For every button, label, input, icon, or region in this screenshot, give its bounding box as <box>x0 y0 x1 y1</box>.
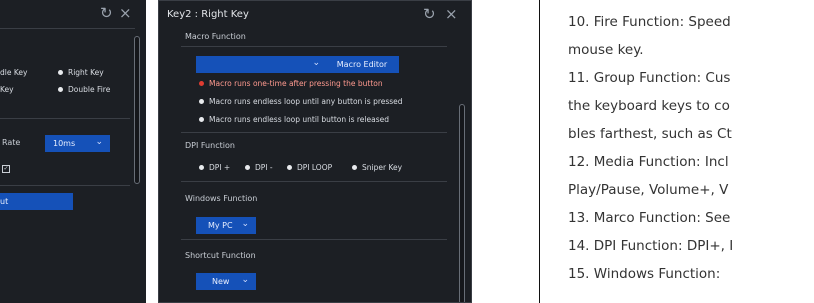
rate-select[interactable]: 10ms ⌄ <box>45 135 110 152</box>
scrollbar[interactable] <box>134 36 140 184</box>
window-title: Key2 : Right Key <box>167 9 249 20</box>
macro-function-label: Macro Function <box>185 32 246 41</box>
dpi-minus-option[interactable]: DPI - <box>245 163 273 173</box>
radio-dot-icon <box>287 165 292 170</box>
refresh-icon[interactable]: ↻ <box>100 4 113 22</box>
chevron-down-icon: ⌄ <box>241 219 249 229</box>
dpi-loop-option[interactable]: DPI LOOP <box>287 163 332 173</box>
close-icon[interactable]: × <box>119 4 132 22</box>
manual-line: 13. Marco Function: See <box>568 210 731 226</box>
macro-option-one-time[interactable]: Macro runs one-time after pressing the b… <box>199 79 383 89</box>
radio-dot-icon <box>199 99 204 104</box>
manual-line: 12. Media Function: Incl <box>568 154 729 170</box>
divider <box>181 46 447 47</box>
shortcut-select[interactable]: ut <box>0 193 73 210</box>
refresh-icon[interactable]: ↻ <box>423 5 436 23</box>
manual-line: bles farthest, such as Ct <box>568 126 732 142</box>
radio-dot-icon <box>58 87 63 92</box>
option-middle-key[interactable]: dle Key <box>0 68 27 78</box>
shortcut-select-value: New <box>212 277 230 286</box>
divider <box>0 118 130 119</box>
rate-value: 10ms <box>53 139 76 148</box>
radio-dot-icon <box>352 165 357 170</box>
divider <box>0 28 135 29</box>
radio-dot-icon <box>58 70 63 75</box>
macro-option-loop-any-button[interactable]: Macro runs endless loop until any button… <box>199 97 403 107</box>
key-settings-window: Key2 : Right Key ↻ × Macro Function ⌄ Ma… <box>158 0 472 303</box>
divider <box>181 181 447 182</box>
windows-function-select[interactable]: My PC ⌄ <box>196 217 256 234</box>
manual-line: Play/Pause, Volume+, V <box>568 182 729 198</box>
manual-line: mouse key. <box>568 42 644 58</box>
manual-line: 11. Group Function: Cus <box>568 70 731 86</box>
manual-line: 10. Fire Function: Speed <box>568 14 731 30</box>
divider <box>181 132 447 133</box>
radio-dot-icon <box>245 165 250 170</box>
radio-dot-icon <box>199 165 204 170</box>
divider <box>0 185 130 186</box>
radio-selected-icon <box>199 81 204 86</box>
macro-editor-button[interactable]: Macro Editor <box>325 56 399 73</box>
close-icon[interactable]: × <box>445 5 458 23</box>
dpi-function-label: DPI Function <box>185 141 235 150</box>
macro-option-loop-until-released[interactable]: Macro runs endless loop until button is … <box>199 115 389 125</box>
chevron-down-icon: ⌄ <box>241 275 249 285</box>
radio-dot-icon <box>199 117 204 122</box>
windows-function-label: Windows Function <box>185 194 258 203</box>
rate-label: Rate <box>2 138 21 147</box>
shortcut-function-label: Shortcut Function <box>185 251 256 260</box>
checkbox[interactable]: ✓ <box>2 165 10 173</box>
option-key[interactable]: Key <box>0 85 14 95</box>
shortcut-function-select[interactable]: New ⌄ <box>196 273 256 290</box>
option-right-key[interactable]: Right Key <box>58 68 104 78</box>
option-double-fire[interactable]: Double Fire <box>58 85 110 95</box>
manual-divider-line <box>539 0 540 303</box>
shortcut-select-value: ut <box>0 197 9 206</box>
window-titlebar: Key2 : Right Key ↻ × <box>159 1 471 29</box>
scrollbar[interactable] <box>459 104 465 302</box>
manual-line: 14. DPI Function: DPI+, I <box>568 238 734 254</box>
manual-line: 15. Windows Function: <box>568 266 721 282</box>
macro-select[interactable]: ⌄ <box>196 56 327 73</box>
chevron-down-icon: ⌄ <box>95 137 103 147</box>
windows-select-value: My PC <box>208 221 233 230</box>
left-settings-panel: ↻ × dle Key Right Key Key Double Fire Ra… <box>0 0 146 303</box>
manual-line: the keyboard keys to co <box>568 98 730 114</box>
chevron-down-icon: ⌄ <box>312 58 320 68</box>
divider <box>181 239 447 240</box>
sniper-key-option[interactable]: Sniper Key <box>352 163 402 173</box>
dpi-plus-option[interactable]: DPI + <box>199 163 230 173</box>
